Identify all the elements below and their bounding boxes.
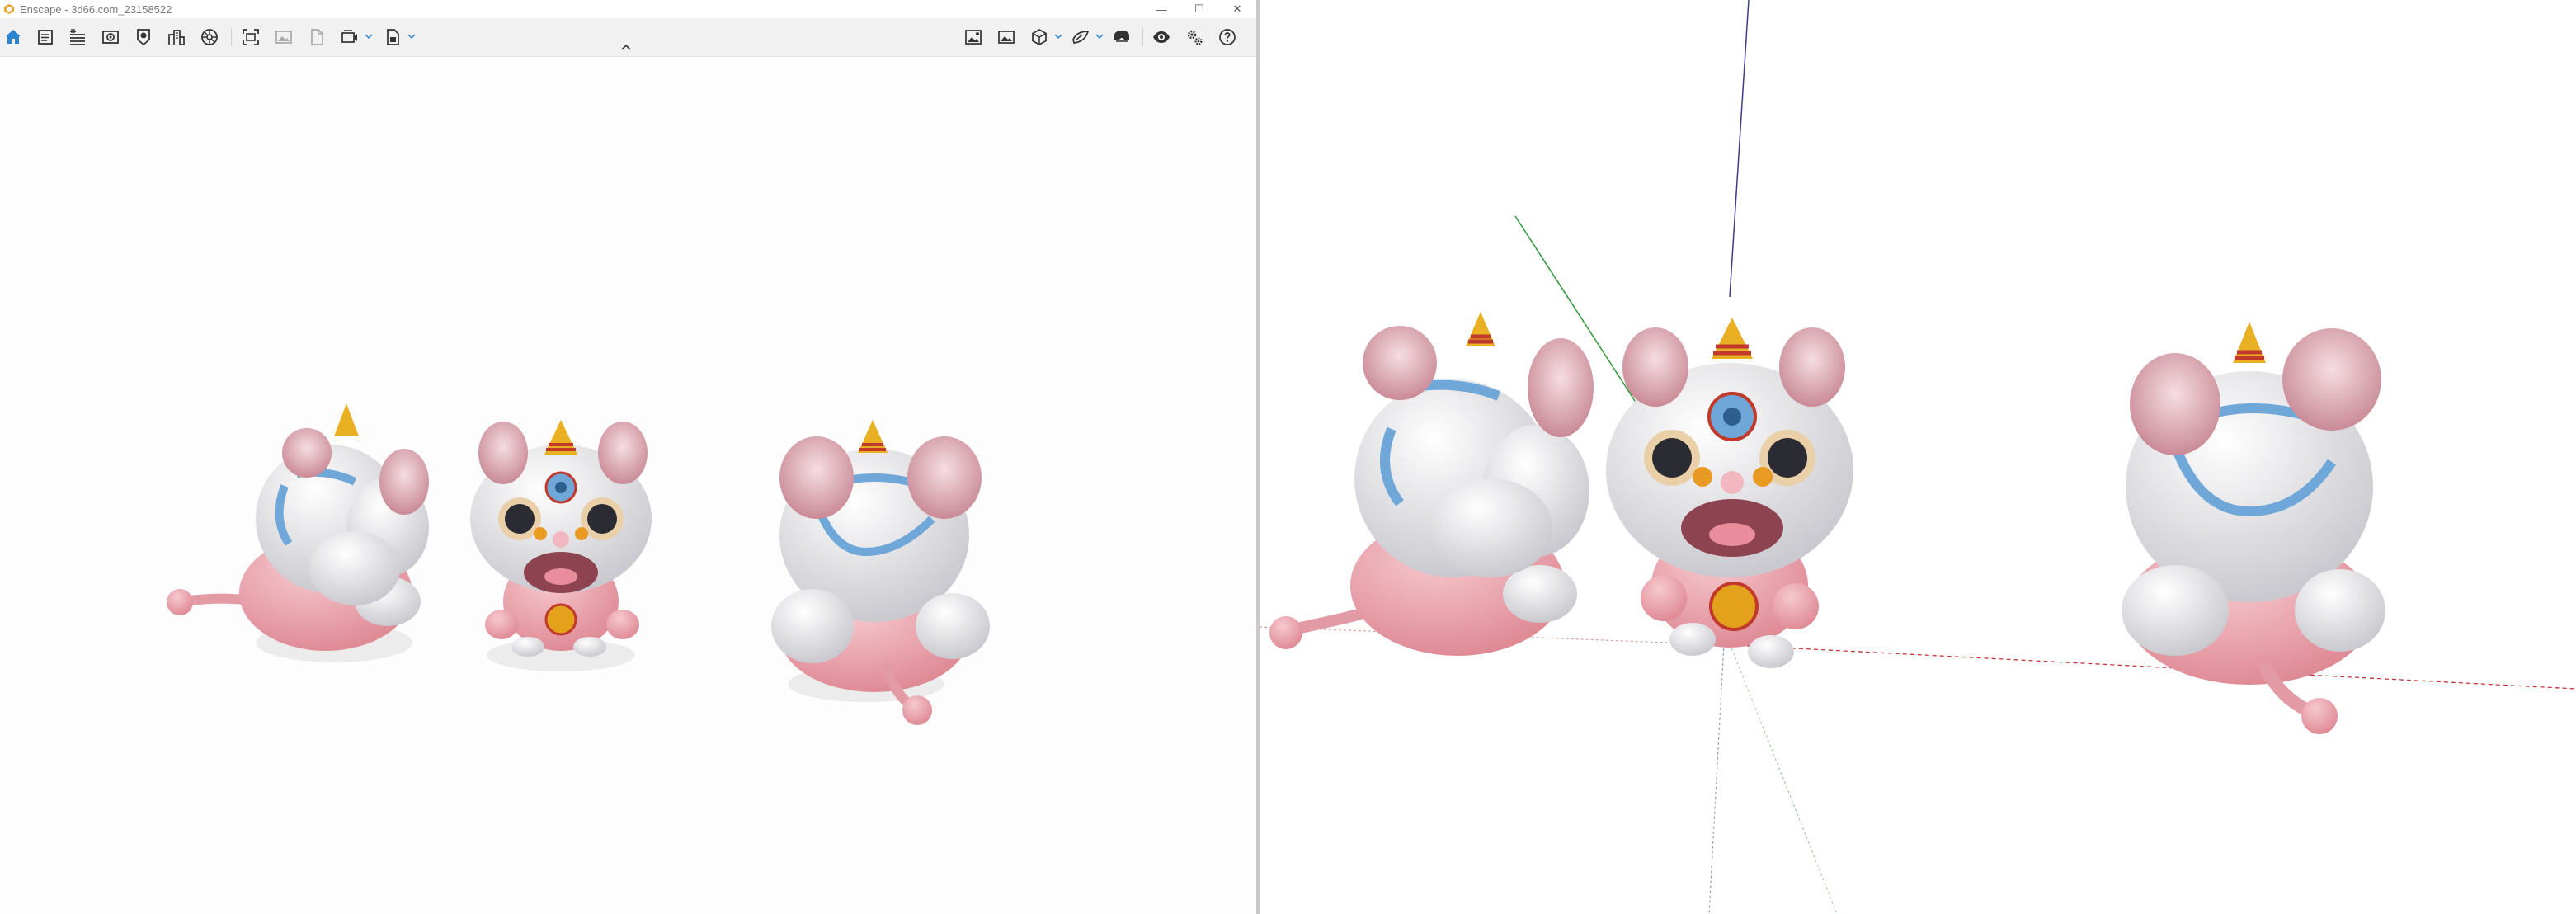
lion-figure-front: [470, 420, 652, 671]
render-viewport[interactable]: [0, 57, 1256, 914]
enscape-logo-icon: [4, 4, 14, 14]
chevron-down-icon: [407, 34, 416, 40]
help-button[interactable]: [1216, 26, 1239, 49]
vr-headset-button[interactable]: [1110, 26, 1133, 49]
close-button[interactable]: ✕: [1218, 0, 1256, 18]
eye-button[interactable]: [1150, 26, 1173, 49]
home-button[interactable]: [2, 26, 25, 49]
visual-settings-button[interactable]: [1069, 26, 1092, 49]
modeling-viewport[interactable]: [1260, 0, 2576, 914]
help-icon: [1219, 29, 1236, 45]
lion-model-front: [1606, 318, 1853, 668]
asset-library-button[interactable]: [132, 26, 155, 49]
screenshot-button[interactable]: [239, 26, 262, 49]
capture-image-icon: [965, 30, 982, 45]
blue-axis: [1729, 0, 1750, 298]
site-context-button[interactable]: [165, 26, 188, 49]
settings-button[interactable]: [1183, 26, 1206, 49]
window-controls: — ☐ ✕: [1142, 0, 1256, 18]
render-image-button[interactable]: [272, 26, 295, 49]
material-editor-icon: [201, 29, 218, 45]
chevron-down-icon: [365, 34, 373, 40]
collapse-toolbar-button[interactable]: [617, 40, 635, 54]
video-editor-button[interactable]: [338, 26, 361, 49]
batch-render-icon: [387, 29, 399, 45]
capture-image-button[interactable]: [962, 26, 985, 49]
title-bar: Enscape - 3d66.com_23158522 — ☐ ✕: [0, 0, 1256, 18]
screenshot-icon: [243, 29, 259, 45]
blue-axis-dotted: [1708, 643, 1725, 914]
batch-render-dropdown[interactable]: [406, 28, 417, 45]
gallery-icon: [998, 31, 1015, 44]
video-editor-icon: [341, 30, 357, 43]
vr-headset-icon: [1114, 31, 1129, 42]
export-file-icon: [311, 29, 323, 45]
enscape-window: Enscape - 3d66.com_23158522 — ☐ ✕: [0, 0, 1256, 914]
gallery-button[interactable]: [995, 26, 1018, 49]
export-file-button[interactable]: [305, 26, 328, 49]
buildings-icon: [168, 30, 185, 45]
chevron-down-icon: [1054, 34, 1062, 40]
settings-gears-icon: [1187, 30, 1203, 45]
video-editor-dropdown[interactable]: [363, 28, 374, 45]
properties-list-icon: [70, 29, 85, 45]
batch-render-button[interactable]: [381, 26, 404, 49]
asset-library-icon: [137, 29, 150, 46]
panorama-dropdown[interactable]: [1053, 28, 1064, 45]
green-axis-dotted: [1729, 643, 1838, 914]
panorama-cube-icon: [1032, 29, 1047, 45]
minimize-button[interactable]: —: [1142, 0, 1180, 18]
panorama-button[interactable]: [1028, 26, 1051, 49]
material-editor-button[interactable]: [198, 26, 221, 49]
lion-figure-side-back: [167, 403, 429, 662]
properties-button[interactable]: [66, 26, 89, 49]
chevron-up-icon: [621, 44, 631, 50]
documents-icon: [38, 30, 53, 45]
visual-settings-icon: [1072, 31, 1090, 44]
views-button[interactable]: [99, 26, 122, 49]
toolbar-separator: [231, 28, 232, 46]
home-icon: [6, 30, 21, 44]
camera-view-icon: [102, 31, 119, 44]
render-image-icon: [275, 31, 292, 44]
visual-settings-dropdown[interactable]: [1094, 28, 1105, 45]
eye-icon: [1153, 31, 1170, 43]
toolbar-separator: [1142, 28, 1143, 46]
chevron-down-icon: [1095, 34, 1104, 40]
maximize-button[interactable]: ☐: [1180, 0, 1218, 18]
lion-model-side-back: [1269, 312, 1594, 656]
documents-button[interactable]: [34, 26, 57, 49]
window-title: Enscape - 3d66.com_23158522: [20, 2, 172, 16]
lion-model-back: [2122, 322, 2385, 734]
lion-figure-back: [771, 420, 990, 725]
